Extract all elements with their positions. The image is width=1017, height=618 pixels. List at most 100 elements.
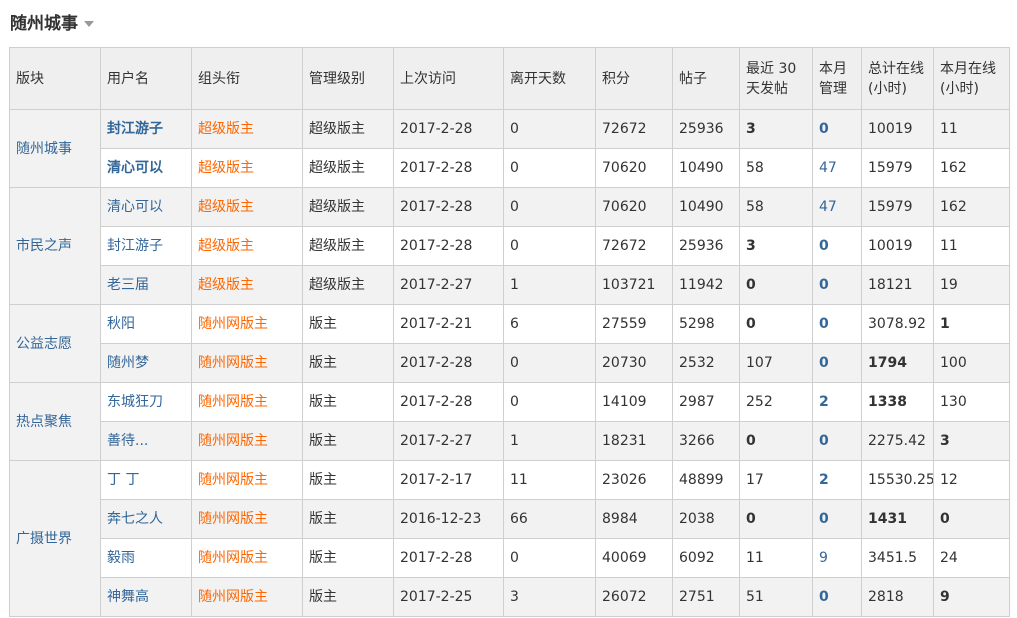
recent-posts-cell: 58 — [746, 199, 764, 215]
total-online-cell-wrapper: 10019 — [861, 109, 934, 149]
points-cell-wrapper: 26072 — [595, 577, 673, 617]
month-manage-link-wrapper: 0 — [812, 265, 862, 305]
total-online-cell-wrapper: 15979 — [861, 148, 934, 188]
posts-cell-wrapper: 48899 — [672, 460, 740, 500]
forum-cell[interactable]: 市民之声 — [9, 187, 101, 305]
username-link[interactable]: 封江游子 — [107, 238, 163, 254]
last-visit-cell-wrapper: 2016-12-23 — [393, 499, 504, 539]
forum-cell[interactable]: 随州城事 — [9, 109, 101, 188]
posts-cell: 10490 — [679, 199, 724, 215]
days-away-cell-wrapper: 0 — [503, 148, 596, 188]
days-away-cell: 11 — [510, 472, 528, 488]
month-manage-link-wrapper: 0 — [812, 304, 862, 344]
username-link[interactable]: 老三届 — [107, 277, 149, 293]
username-link[interactable]: 善待... — [107, 433, 148, 449]
points-cell: 26072 — [602, 589, 647, 605]
total-online-cell-wrapper: 2818 — [861, 577, 934, 617]
posts-cell: 2751 — [679, 589, 715, 605]
group-title-cell: 超级版主 — [198, 238, 254, 254]
admin-level-cell-wrapper: 版主 — [302, 577, 394, 617]
month-online-cell: 130 — [940, 394, 967, 410]
month-manage-link[interactable]: 47 — [819, 160, 837, 176]
admin-level-cell: 版主 — [309, 589, 337, 605]
total-online-cell: 18121 — [868, 277, 913, 293]
month-manage-link[interactable]: 2 — [819, 472, 829, 488]
username-link[interactable]: 秋阳 — [107, 316, 135, 332]
table-row: 毅雨 随州网版主 版主 2017-2-28 0 40069 6092 11 9 3451.5 24 — [10, 538, 1010, 578]
month-manage-link[interactable]: 0 — [819, 511, 829, 527]
recent-posts-cell-wrapper: 3 — [739, 226, 813, 266]
total-online-cell: 1794 — [868, 355, 907, 371]
month-manage-link[interactable]: 0 — [819, 316, 829, 332]
posts-cell-wrapper: 11942 — [672, 265, 740, 305]
month-online-cell-wrapper: 1 — [933, 304, 1010, 344]
month-online-cell: 12 — [940, 472, 958, 488]
forum-cell[interactable]: 公益志愿 — [9, 304, 101, 383]
column-header-line: 总计在线 — [868, 60, 924, 77]
username-link[interactable]: 神舞高 — [107, 589, 149, 605]
recent-posts-cell: 17 — [746, 472, 764, 488]
username-link[interactable]: 丁 丁 — [107, 472, 139, 488]
username-link[interactable]: 东城狂刀 — [107, 394, 163, 410]
forum-cell[interactable]: 广摄世界 — [9, 460, 101, 617]
admin-level-cell-wrapper: 版主 — [302, 538, 394, 578]
page-header: 随州城事 — [0, 0, 1017, 40]
caret-down-icon — [84, 21, 94, 27]
month-manage-link[interactable]: 2 — [819, 394, 829, 410]
posts-cell-wrapper: 25936 — [672, 109, 740, 149]
total-online-cell-wrapper: 3451.5 — [861, 538, 934, 578]
month-manage-link[interactable]: 0 — [819, 238, 829, 254]
admin-level-cell-wrapper: 版主 — [302, 421, 394, 461]
group-title-cell: 随州网版主 — [198, 550, 268, 566]
username-link[interactable]: 清心可以 — [107, 199, 163, 215]
month-online-cell-wrapper: 162 — [933, 148, 1010, 188]
month-online-cell: 24 — [940, 550, 958, 566]
username-link[interactable]: 封江游子 — [107, 121, 163, 137]
table-row: 随州城事 封江游子 超级版主 超级版主 2017-2-28 0 72672 25936 3 0 10… — [9, 109, 1010, 188]
total-online-cell-wrapper: 15979 — [861, 187, 934, 227]
username-link[interactable]: 清心可以 — [107, 160, 163, 176]
month-online-cell-wrapper: 9 — [933, 577, 1010, 617]
points-cell-wrapper: 14109 — [595, 382, 673, 422]
recent-posts-cell-wrapper: 252 — [739, 382, 813, 422]
month-manage-link[interactable]: 0 — [819, 355, 829, 371]
group-title-cell-wrapper: 超级版主 — [191, 187, 303, 227]
total-online-cell-wrapper: 15530.25 — [861, 460, 934, 500]
month-manage-link[interactable]: 0 — [819, 589, 829, 605]
points-cell: 18231 — [602, 433, 647, 449]
month-manage-link-wrapper: 0 — [812, 226, 862, 266]
table-row: 公益志愿 秋阳 随州网版主 版主 2017-2-21 6 27559 5298 0 0 3078.9… — [9, 304, 1010, 383]
month-manage-link[interactable]: 0 — [819, 277, 829, 293]
admin-level-cell: 超级版主 — [309, 277, 365, 293]
month-online-cell-wrapper: 12 — [933, 460, 1010, 500]
month-manage-link[interactable]: 9 — [819, 550, 828, 566]
table-row: 善待... 随州网版主 版主 2017-2-27 1 18231 3266 0 0 2275.42… — [10, 421, 1010, 461]
month-manage-link[interactable]: 47 — [819, 199, 837, 215]
admin-level-cell: 版主 — [309, 472, 337, 488]
recent-posts-cell-wrapper: 51 — [739, 577, 813, 617]
month-manage-link[interactable]: 0 — [819, 121, 829, 137]
month-manage-link[interactable]: 0 — [819, 433, 829, 449]
total-online-cell: 2275.42 — [868, 433, 926, 449]
month-online-cell: 11 — [940, 238, 958, 254]
group-title-cell: 超级版主 — [198, 160, 254, 176]
forum-cell[interactable]: 热点聚焦 — [9, 382, 101, 461]
last-visit-cell: 2016-12-23 — [400, 511, 482, 527]
username-link[interactable]: 奔七之人 — [107, 511, 163, 527]
column-header: 离开天数 — [503, 47, 596, 110]
total-online-cell-wrapper: 1338 — [861, 382, 934, 422]
admin-level-cell: 版主 — [309, 511, 337, 527]
last-visit-cell: 2017-2-28 — [400, 121, 473, 137]
username-link[interactable]: 随州梦 — [107, 355, 149, 371]
last-visit-cell-wrapper: 2017-2-21 — [393, 304, 504, 344]
column-header: 用户名 — [100, 47, 192, 110]
group-title-cell-wrapper: 超级版主 — [191, 265, 303, 305]
column-header: 本月 管理 — [812, 47, 862, 110]
forum-title-dropdown[interactable]: 随州城事 — [10, 9, 94, 34]
total-online-cell-wrapper: 10019 — [861, 226, 934, 266]
month-online-cell-wrapper: 162 — [933, 187, 1010, 227]
username-link-wrapper: 随州梦 — [100, 343, 192, 383]
column-header-line: 管理 — [819, 80, 847, 97]
username-link[interactable]: 毅雨 — [107, 550, 135, 566]
recent-posts-cell-wrapper: 58 — [739, 148, 813, 188]
